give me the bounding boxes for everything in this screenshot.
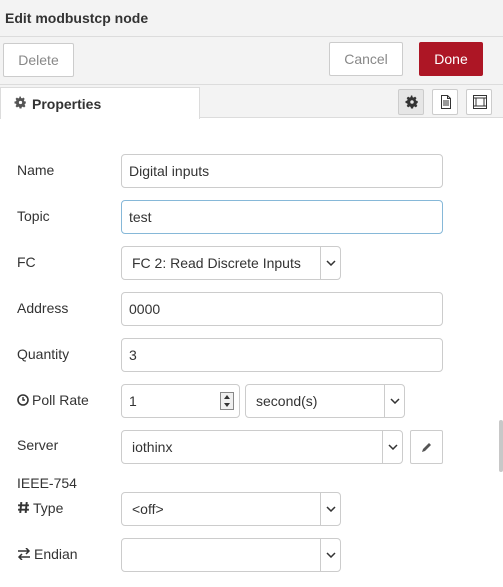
poll-rate-input[interactable]: 1 — [121, 384, 240, 418]
topic-input[interactable]: test — [121, 200, 443, 234]
appearance-icon — [473, 95, 487, 109]
poll-rate-label: Poll Rate — [32, 392, 89, 408]
ieee754-label: IEEE-754 — [17, 475, 77, 491]
server-select[interactable]: iothinx — [121, 430, 403, 464]
type-label: Type — [33, 500, 64, 516]
chevron-down-icon — [384, 385, 404, 417]
chevron-down-icon — [382, 431, 402, 463]
clock-icon — [17, 394, 29, 406]
delete-button[interactable]: Delete — [3, 43, 74, 77]
tray-toolbar: Delete Cancel Done — [0, 37, 503, 85]
tab-gear-button[interactable] — [398, 89, 424, 115]
endian-label-wrap: Endian — [17, 546, 78, 562]
done-button[interactable]: Done — [419, 42, 483, 76]
gear-icon — [14, 96, 27, 112]
poll-rate-value: 1 — [129, 393, 137, 409]
dialog-title: Edit modbustcp node — [5, 10, 149, 26]
server-select-value: iothinx — [132, 439, 173, 455]
tab-bar: Properties — [0, 85, 503, 119]
type-label-wrap: Type — [17, 500, 63, 516]
name-input[interactable]: Digital inputs — [121, 154, 443, 188]
tab-description-button[interactable] — [432, 89, 458, 115]
spinner-arrows-icon[interactable] — [220, 392, 234, 410]
fc-select[interactable]: FC 2: Read Discrete Inputs — [121, 246, 341, 280]
topic-label: Topic — [17, 208, 50, 224]
chevron-down-icon — [320, 539, 340, 571]
poll-rate-unit-value: second(s) — [256, 393, 318, 409]
type-select[interactable]: <off> — [121, 492, 341, 526]
address-label: Address — [17, 300, 69, 316]
server-label: Server — [17, 437, 59, 453]
endian-label: Endian — [34, 546, 78, 562]
chevron-down-icon — [320, 247, 340, 279]
tab-properties[interactable]: Properties — [0, 87, 200, 119]
fc-select-value: FC 2: Read Discrete Inputs — [132, 255, 301, 271]
type-select-value: <off> — [132, 501, 164, 517]
tab-properties-label: Properties — [32, 96, 102, 112]
address-input[interactable]: 0000 — [121, 292, 443, 326]
poll-rate-label-wrap: Poll Rate — [17, 392, 89, 408]
description-icon — [441, 95, 451, 109]
cancel-button[interactable]: Cancel — [329, 42, 403, 76]
scrollbar-thumb[interactable] — [499, 420, 503, 472]
quantity-input[interactable]: 3 — [121, 338, 443, 372]
endian-select[interactable] — [121, 538, 341, 572]
poll-rate-unit-select[interactable]: second(s) — [245, 384, 405, 418]
name-label: Name — [17, 162, 55, 178]
chevron-down-icon — [320, 493, 340, 525]
hash-icon — [18, 501, 29, 514]
swap-arrows-icon — [17, 547, 31, 561]
fc-label: FC — [17, 254, 36, 270]
tab-appearance-button[interactable] — [466, 89, 492, 115]
edit-server-button[interactable] — [410, 430, 443, 464]
quantity-label: Quantity — [17, 346, 70, 362]
tray-header: Edit modbustcp node — [0, 0, 503, 37]
pencil-icon — [422, 443, 431, 452]
gear-icon — [405, 95, 418, 109]
